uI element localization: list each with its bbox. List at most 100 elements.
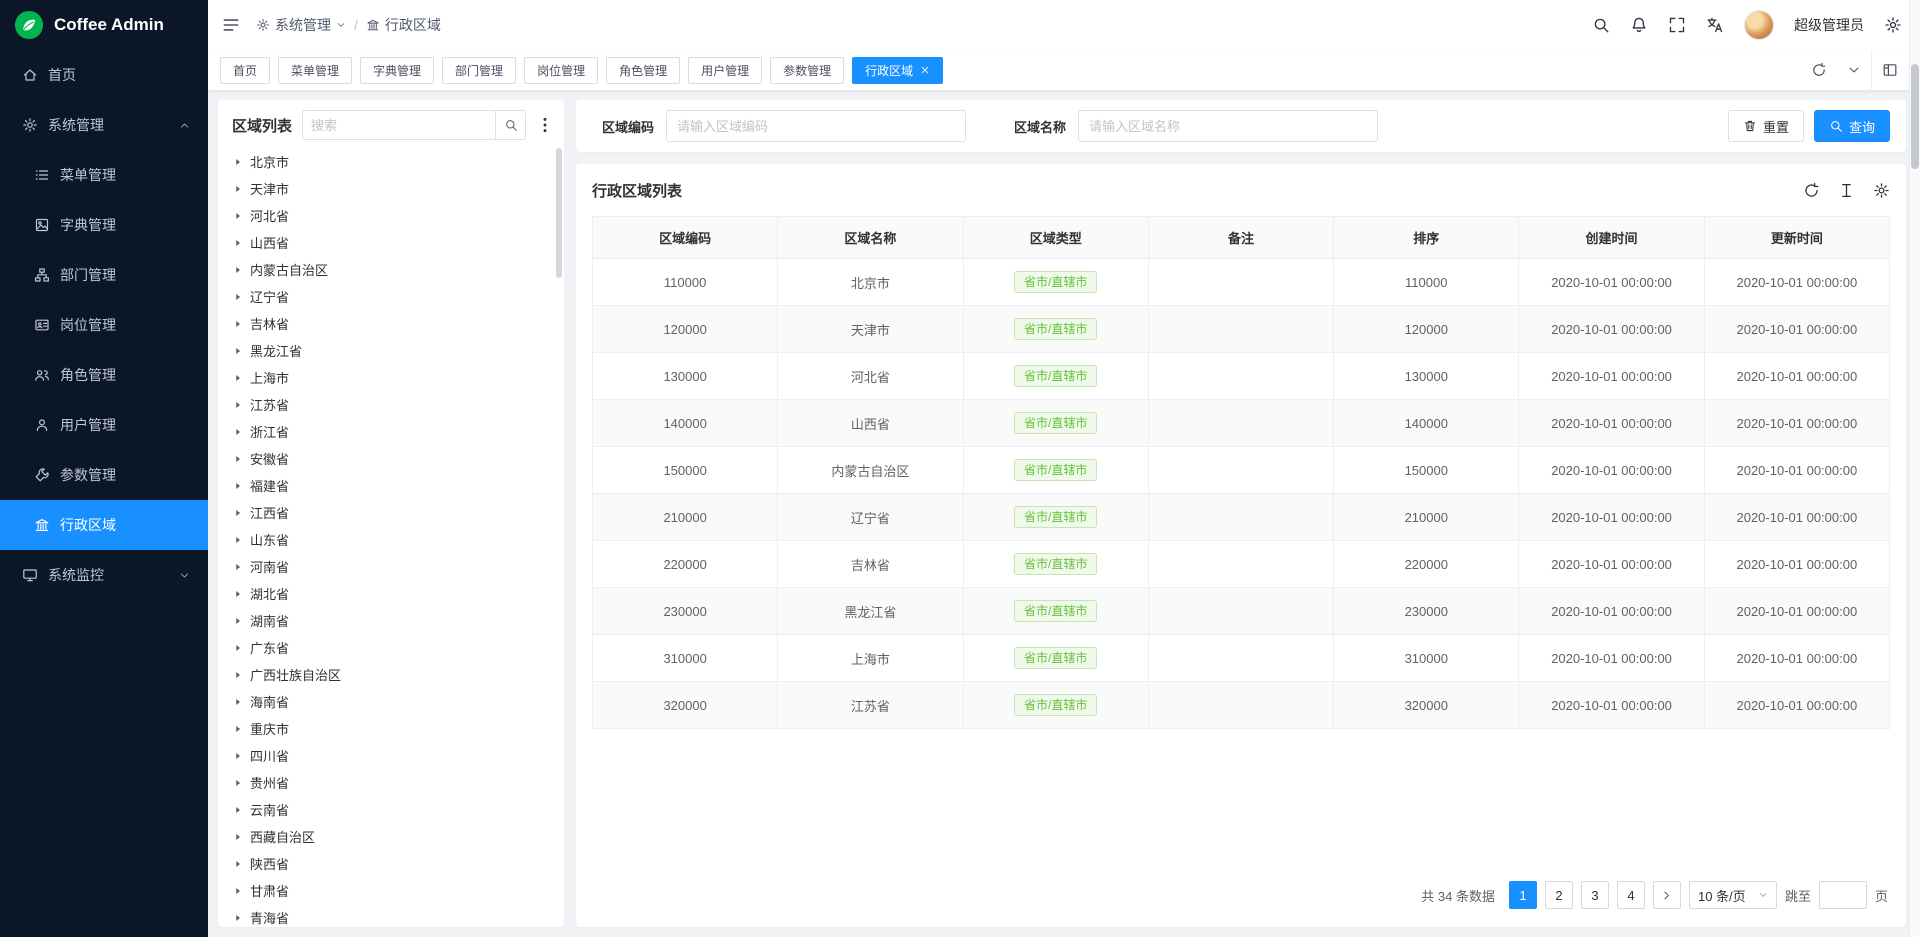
caret-right-icon[interactable] bbox=[233, 589, 243, 599]
caret-right-icon[interactable] bbox=[233, 400, 243, 410]
caret-right-icon[interactable] bbox=[233, 319, 243, 329]
username-label[interactable]: 超级管理员 bbox=[1794, 15, 1864, 35]
caret-right-icon[interactable] bbox=[233, 751, 243, 761]
sidebar-item[interactable]: 角色管理 bbox=[0, 350, 208, 400]
table-row[interactable]: 150000内蒙古自治区省市/直辖市1500002020-10-01 00:00… bbox=[593, 447, 1890, 494]
tree-item[interactable]: 山西省 bbox=[218, 229, 564, 256]
tree-item[interactable]: 河南省 bbox=[218, 553, 564, 580]
page-scrollbar[interactable] bbox=[1909, 0, 1920, 937]
tree-scrollbar[interactable] bbox=[556, 148, 562, 278]
caret-right-icon[interactable] bbox=[233, 211, 243, 221]
tree-item[interactable]: 北京市 bbox=[218, 148, 564, 175]
next-page-button[interactable] bbox=[1653, 881, 1681, 909]
caret-right-icon[interactable] bbox=[233, 238, 243, 248]
tree-item[interactable]: 西藏自治区 bbox=[218, 823, 564, 850]
tree-item[interactable]: 河北省 bbox=[218, 202, 564, 229]
table-row[interactable]: 310000上海市省市/直辖市3100002020-10-01 00:00:00… bbox=[593, 635, 1890, 682]
caret-right-icon[interactable] bbox=[233, 562, 243, 572]
table-refresh-icon[interactable] bbox=[1803, 182, 1820, 199]
notification-bell-icon[interactable] bbox=[1630, 16, 1648, 34]
sidebar-item[interactable]: 系统管理 bbox=[0, 100, 208, 150]
tree-item[interactable]: 吉林省 bbox=[218, 310, 564, 337]
sidebar-item[interactable]: 菜单管理 bbox=[0, 150, 208, 200]
caret-right-icon[interactable] bbox=[233, 643, 243, 653]
tree-item[interactable]: 福建省 bbox=[218, 472, 564, 499]
page-button[interactable]: 3 bbox=[1581, 881, 1609, 909]
page-button[interactable]: 1 bbox=[1509, 881, 1537, 909]
tree-item[interactable]: 贵州省 bbox=[218, 769, 564, 796]
caret-right-icon[interactable] bbox=[233, 292, 243, 302]
tree-item[interactable]: 湖南省 bbox=[218, 607, 564, 634]
page-button[interactable]: 2 bbox=[1545, 881, 1573, 909]
scrollbar-thumb[interactable] bbox=[1911, 64, 1919, 169]
fullscreen-icon[interactable] bbox=[1668, 16, 1686, 34]
region-code-input[interactable] bbox=[666, 110, 966, 142]
tree-item[interactable]: 四川省 bbox=[218, 742, 564, 769]
sidebar-item[interactable]: 岗位管理 bbox=[0, 300, 208, 350]
table-density-icon[interactable] bbox=[1838, 182, 1855, 199]
caret-right-icon[interactable] bbox=[233, 346, 243, 356]
caret-right-icon[interactable] bbox=[233, 508, 243, 518]
sidebar-item[interactable]: 参数管理 bbox=[0, 450, 208, 500]
tree-item[interactable]: 陕西省 bbox=[218, 850, 564, 877]
table-row[interactable]: 140000山西省省市/直辖市1400002020-10-01 00:00:00… bbox=[593, 400, 1890, 447]
caret-right-icon[interactable] bbox=[233, 859, 243, 869]
tree-item[interactable]: 山东省 bbox=[218, 526, 564, 553]
tree-item[interactable]: 安徽省 bbox=[218, 445, 564, 472]
table-row[interactable]: 130000河北省省市/直辖市1300002020-10-01 00:00:00… bbox=[593, 353, 1890, 400]
tab[interactable]: 岗位管理 bbox=[524, 57, 598, 84]
jump-page-input[interactable] bbox=[1819, 881, 1867, 909]
table-settings-gear-icon[interactable] bbox=[1873, 182, 1890, 199]
tree-item[interactable]: 江苏省 bbox=[218, 391, 564, 418]
sidebar-item[interactable]: 部门管理 bbox=[0, 250, 208, 300]
user-avatar[interactable] bbox=[1744, 10, 1774, 40]
table-row[interactable]: 110000北京市省市/直辖市1100002020-10-01 00:00:00… bbox=[593, 259, 1890, 306]
tree-item[interactable]: 甘肃省 bbox=[218, 877, 564, 904]
refresh-tab-icon[interactable] bbox=[1801, 50, 1837, 90]
sidebar-item[interactable]: 用户管理 bbox=[0, 400, 208, 450]
tree-item[interactable]: 内蒙古自治区 bbox=[218, 256, 564, 283]
tree-search-button[interactable] bbox=[495, 111, 525, 139]
caret-right-icon[interactable] bbox=[233, 724, 243, 734]
sidebar-item[interactable]: 行政区域 bbox=[0, 500, 208, 550]
sidebar-item[interactable]: 字典管理 bbox=[0, 200, 208, 250]
tree-more-dots-icon[interactable] bbox=[536, 116, 554, 134]
caret-right-icon[interactable] bbox=[233, 184, 243, 194]
page-button[interactable]: 4 bbox=[1617, 881, 1645, 909]
tree-item[interactable]: 广东省 bbox=[218, 634, 564, 661]
caret-right-icon[interactable] bbox=[233, 265, 243, 275]
caret-right-icon[interactable] bbox=[233, 481, 243, 491]
caret-right-icon[interactable] bbox=[233, 535, 243, 545]
table-row[interactable]: 120000天津市省市/直辖市1200002020-10-01 00:00:00… bbox=[593, 306, 1890, 353]
tab[interactable]: 行政区域 bbox=[852, 57, 943, 84]
tree-item[interactable]: 辽宁省 bbox=[218, 283, 564, 310]
caret-right-icon[interactable] bbox=[233, 805, 243, 815]
tree-item[interactable]: 广西壮族自治区 bbox=[218, 661, 564, 688]
tab-close-icon[interactable] bbox=[920, 65, 930, 75]
tab-options-chevron-icon[interactable] bbox=[1837, 50, 1871, 90]
caret-right-icon[interactable] bbox=[233, 913, 243, 923]
tree-item[interactable]: 海南省 bbox=[218, 688, 564, 715]
caret-right-icon[interactable] bbox=[233, 697, 243, 707]
caret-right-icon[interactable] bbox=[233, 157, 243, 167]
tree-item[interactable]: 黑龙江省 bbox=[218, 337, 564, 364]
sidebar-item[interactable]: 系统监控 bbox=[0, 550, 208, 600]
caret-right-icon[interactable] bbox=[233, 778, 243, 788]
content-fullscreen-icon[interactable] bbox=[1871, 50, 1908, 90]
caret-right-icon[interactable] bbox=[233, 616, 243, 626]
table-row[interactable]: 320000江苏省省市/直辖市3200002020-10-01 00:00:00… bbox=[593, 682, 1890, 729]
tree-item[interactable]: 江西省 bbox=[218, 499, 564, 526]
caret-right-icon[interactable] bbox=[233, 427, 243, 437]
translate-icon[interactable] bbox=[1706, 16, 1724, 34]
breadcrumb-root[interactable]: 系统管理 bbox=[256, 15, 346, 35]
tree-item[interactable]: 上海市 bbox=[218, 364, 564, 391]
tab[interactable]: 部门管理 bbox=[442, 57, 516, 84]
tab[interactable]: 菜单管理 bbox=[278, 57, 352, 84]
tab[interactable]: 首页 bbox=[220, 57, 270, 84]
search-icon[interactable] bbox=[1592, 16, 1610, 34]
tab[interactable]: 参数管理 bbox=[770, 57, 844, 84]
caret-right-icon[interactable] bbox=[233, 832, 243, 842]
tree-item[interactable]: 湖北省 bbox=[218, 580, 564, 607]
table-row[interactable]: 210000辽宁省省市/直辖市2100002020-10-01 00:00:00… bbox=[593, 494, 1890, 541]
query-button[interactable]: 查询 bbox=[1814, 110, 1890, 142]
